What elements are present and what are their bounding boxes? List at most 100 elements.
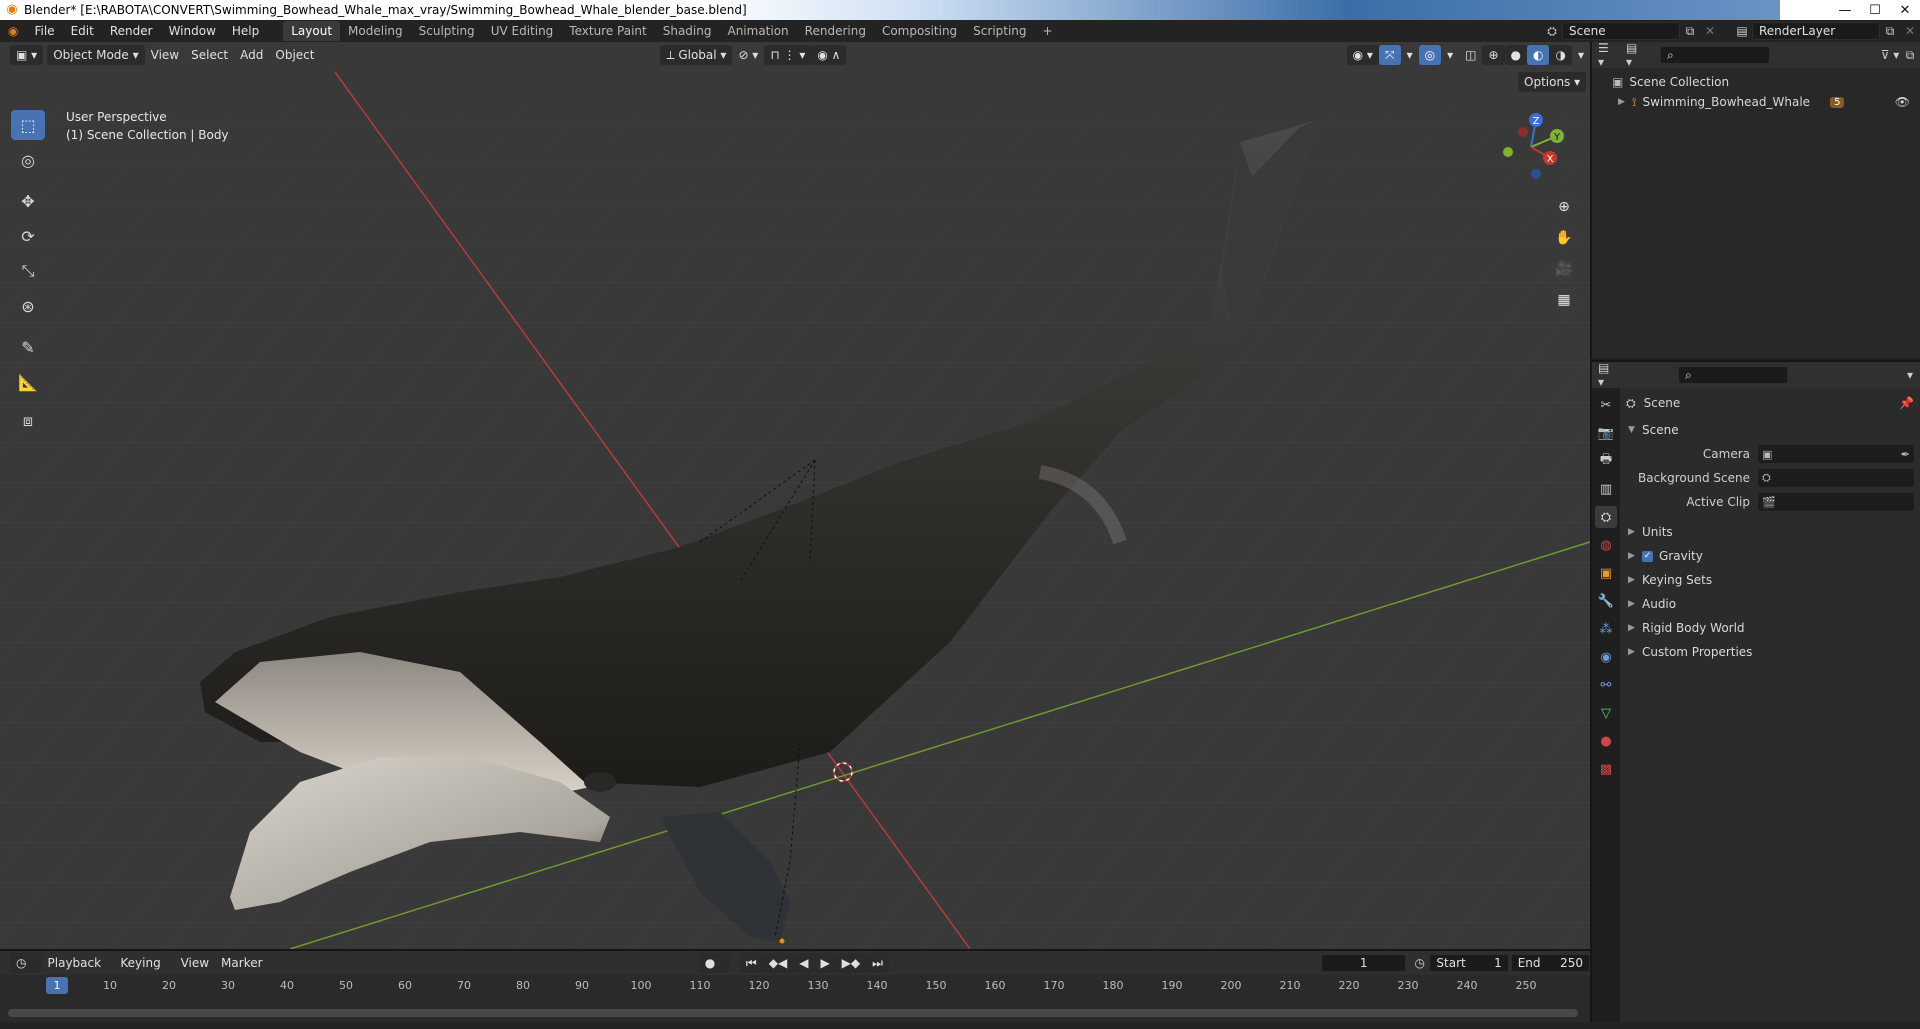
overlays-toggle-icon[interactable]: ◎ (1418, 45, 1442, 65)
tab-scripting[interactable]: Scripting (965, 21, 1034, 41)
constraints-tab-icon[interactable]: ⚯ (1595, 674, 1617, 696)
menu-window[interactable]: Window (161, 20, 224, 42)
menu-edit[interactable]: Edit (63, 20, 102, 42)
background-scene-field[interactable]: ⛭ (1758, 469, 1914, 487)
minimize-icon[interactable]: — (1830, 0, 1860, 20)
jump-end-icon[interactable]: ⏭ (866, 953, 889, 973)
eyedropper-icon[interactable]: ✒ (1901, 448, 1910, 461)
visibility-eye-icon[interactable]: 👁 (1895, 95, 1910, 109)
add-cube-tool-icon[interactable]: ⧈ (11, 406, 45, 436)
display-mode-icon[interactable]: ▤ ▾ (1626, 41, 1646, 69)
start-frame-field[interactable]: Start 1 (1429, 954, 1509, 972)
marker-menu[interactable]: Marker (215, 953, 268, 973)
3d-viewport[interactable]: ▣ ▾ Object Mode ▾ View Select Add Object… (0, 42, 1590, 949)
play-reverse-icon[interactable]: ◀ (793, 953, 815, 973)
scene-panel-header[interactable]: ▼ Scene (1622, 418, 1920, 442)
ortho-grid-icon[interactable]: ▦ (1551, 287, 1577, 313)
pivot-icon[interactable]: ⊘ ▾ (732, 45, 764, 65)
proportional-edit-icon[interactable]: ◉ ∧ (811, 45, 847, 65)
expand-arrow-icon[interactable]: ▶ (1618, 97, 1632, 107)
material-tab-icon[interactable]: ● (1595, 730, 1617, 752)
scene-icon[interactable]: ⛭ (1542, 22, 1562, 40)
tab-modeling[interactable]: Modeling (340, 21, 411, 41)
camera-view-icon[interactable]: 🎥 (1551, 256, 1577, 282)
filter-icon[interactable]: ⊽ ▾ (1880, 46, 1900, 64)
navigation-gizmo[interactable]: Z Y X (1496, 112, 1566, 182)
timeline-view-menu[interactable]: View (175, 953, 215, 973)
overlays-dropdown-icon[interactable]: ▾ (1441, 45, 1459, 65)
new-collection-icon[interactable]: ⧉ (1900, 46, 1920, 64)
prev-keyframe-icon[interactable]: ◆◀ (762, 953, 794, 973)
object-tab-icon[interactable]: ▣ (1595, 562, 1617, 584)
render-tab-icon[interactable]: 📷 (1595, 422, 1617, 444)
view-layer-icon[interactable]: ▤ (1732, 22, 1752, 40)
modifier-tab-icon[interactable]: 🔧 (1595, 590, 1617, 612)
pan-hand-icon[interactable]: ✋ (1551, 225, 1577, 251)
scale-tool-icon[interactable]: ⤡ (11, 256, 45, 286)
outliner-item-row[interactable]: ▶ ⟟ Swimming_Bowhead_Whale 5 👁 (1592, 92, 1920, 112)
gizmo-toggle-icon[interactable]: ⤧ (1378, 45, 1401, 65)
maximize-icon[interactable]: ☐ (1860, 0, 1890, 20)
camera-field[interactable]: ▣ ✒ (1758, 445, 1914, 463)
tab-compositing[interactable]: Compositing (874, 21, 965, 41)
cursor-tool-icon[interactable]: ◎ (11, 145, 45, 175)
wireframe-shading-icon[interactable]: ⊕ (1482, 45, 1505, 65)
menu-file[interactable]: File (26, 20, 62, 42)
play-icon[interactable]: ▶ (814, 953, 836, 973)
world-tab-icon[interactable]: ◍ (1595, 534, 1617, 556)
new-view-layer-icon[interactable]: ⧉ (1880, 22, 1900, 40)
gravity-panel-header[interactable]: ▶ ✓ Gravity (1622, 544, 1920, 568)
physics-tab-icon[interactable]: ◉ (1595, 646, 1617, 668)
menu-add[interactable]: Add (234, 45, 269, 65)
texture-tab-icon[interactable]: ▩ (1595, 758, 1617, 780)
tab-layout[interactable]: Layout (283, 21, 341, 41)
view-layer-field[interactable]: RenderLayer (1752, 22, 1880, 40)
blender-menu-icon[interactable]: ◉ (0, 20, 26, 42)
current-frame-indicator[interactable]: 1 (46, 977, 68, 994)
solid-shading-icon[interactable]: ● (1504, 45, 1527, 65)
tab-shading[interactable]: Shading (655, 21, 720, 41)
outliner-root-row[interactable]: ▣ Scene Collection (1592, 72, 1920, 92)
xray-icon[interactable]: ◫ (1459, 45, 1482, 65)
timeline-editor-icon[interactable]: ◷ ▾ (10, 953, 42, 990)
particles-tab-icon[interactable]: ⁂ (1595, 618, 1617, 640)
playback-menu[interactable]: Playback ▾ (42, 953, 115, 990)
snap-icon[interactable]: ⊓ ⋮ ▾ (764, 45, 812, 65)
next-keyframe-icon[interactable]: ▶◆ (835, 953, 867, 973)
timeline-ruler[interactable]: 1 10 20 30 40 50 60 70 80 90 100 110 120 130 140 150 16… (0, 975, 1590, 997)
material-shading-icon[interactable]: ◐ (1527, 45, 1550, 65)
editor-type-icon[interactable]: ▣ ▾ (10, 45, 44, 65)
close-icon[interactable]: ✕ (1890, 0, 1920, 20)
properties-search-input[interactable]: ⌕ (1678, 366, 1788, 384)
audio-panel-header[interactable]: ▶ Audio (1622, 592, 1920, 616)
tab-texture-paint[interactable]: Texture Paint (561, 21, 654, 41)
annotate-tool-icon[interactable]: ✎ (11, 332, 45, 362)
shading-dropdown-icon[interactable]: ▾ (1572, 45, 1590, 65)
menu-view[interactable]: View (145, 45, 185, 65)
properties-editor-icon[interactable]: ▤ ▾ (1598, 361, 1618, 389)
jump-start-icon[interactable]: ⏮ (739, 953, 763, 973)
measure-tool-icon[interactable]: 📐 (11, 367, 45, 397)
new-scene-icon[interactable]: ⧉ (1680, 22, 1700, 40)
scene-tab-icon[interactable]: ⛭ (1595, 506, 1617, 528)
zoom-icon[interactable]: ⊕ (1551, 194, 1577, 220)
record-icon[interactable]: ● ▾ (698, 953, 731, 990)
menu-render[interactable]: Render (102, 20, 161, 42)
rotate-tool-icon[interactable]: ⟳ (11, 221, 45, 251)
select-box-tool-icon[interactable]: ⬚ (11, 110, 45, 140)
rigid-body-world-panel-header[interactable]: ▶ Rigid Body World (1622, 616, 1920, 640)
options-dropdown[interactable]: Options ▾ (1518, 72, 1587, 92)
keying-menu[interactable]: Keying ▾ (114, 953, 174, 990)
outliner-editor-icon[interactable]: ☰ ▾ (1598, 41, 1618, 69)
add-workspace-icon[interactable]: + (1035, 21, 1061, 41)
tool-tab-icon[interactable]: ✂ (1595, 394, 1617, 416)
tab-rendering[interactable]: Rendering (797, 21, 874, 41)
preview-range-icon[interactable]: ◷ (1410, 954, 1429, 972)
outliner-search-input[interactable]: ⌕ (1660, 46, 1770, 64)
gizmo-dropdown-icon[interactable]: ▾ (1401, 45, 1419, 65)
custom-properties-panel-header[interactable]: ▶ Custom Properties (1622, 640, 1920, 664)
transform-orientation-dropdown[interactable]: ⟂ Global ▾ (660, 45, 733, 65)
remove-view-layer-icon[interactable]: ✕ (1900, 22, 1920, 40)
remove-scene-icon[interactable]: ✕ (1700, 22, 1720, 40)
timeline-scrollbar[interactable] (8, 1009, 1578, 1017)
